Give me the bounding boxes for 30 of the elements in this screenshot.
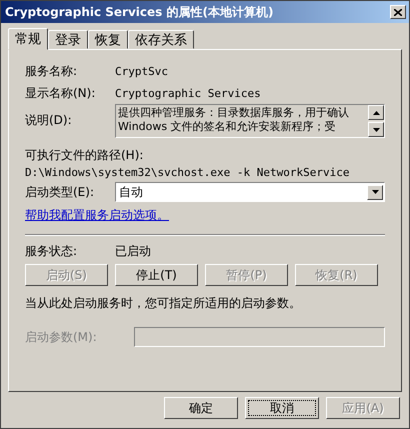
close-icon <box>394 8 402 16</box>
close-button[interactable] <box>390 5 406 19</box>
dialog-button[interactable]: 确定 <box>164 397 238 419</box>
description-box[interactable]: 提供四种管理服务：目录数据库服务，用于确认 Windows 文件的签名和允许安装新程序；受 <box>115 104 385 138</box>
tab[interactable]: 登录 <box>48 30 88 49</box>
tab[interactable]: 恢复 <box>88 30 128 49</box>
field-label: 可执行文件的路径(H): <box>25 146 144 164</box>
tab[interactable]: 常规 <box>8 28 48 50</box>
field-label: 服务名称: <box>25 62 78 80</box>
field-value: Cryptographic Services <box>115 86 261 100</box>
field-label: 说明(D): <box>25 112 73 129</box>
status-value: 已启动 <box>115 242 151 260</box>
field-label: 显示名称(N): <box>25 84 96 102</box>
field-label: 启动参数(M): <box>25 328 98 346</box>
startup-type-dropdown[interactable]: 自动 <box>115 182 385 202</box>
scroll-down-button[interactable] <box>368 122 384 137</box>
field-value: CryptSvc <box>115 64 168 78</box>
service-button[interactable]: 停止(T) <box>115 264 198 286</box>
field-label: 服务状态: <box>25 242 78 260</box>
hint-text: 当从此处启动服务时，您可指定所适用的启动参数。 <box>25 294 301 312</box>
help-link[interactable]: 帮助我配置服务启动选项。 <box>25 206 169 224</box>
field-label: 启动类型(E): <box>25 184 95 200</box>
tab[interactable]: 依存关系 <box>128 30 194 49</box>
path-value: D:\Windows\system32\svchost.exe -k NetworkService <box>25 166 350 178</box>
window-title: Cryptographic Services 的属性(本地计算机) <box>5 4 274 20</box>
scroll-up-button[interactable] <box>368 105 384 120</box>
dialog-button[interactable]: 取消 <box>245 397 319 419</box>
up-arrow-icon <box>372 110 380 114</box>
down-arrow-icon <box>372 190 378 194</box>
down-arrow-icon <box>372 128 380 132</box>
